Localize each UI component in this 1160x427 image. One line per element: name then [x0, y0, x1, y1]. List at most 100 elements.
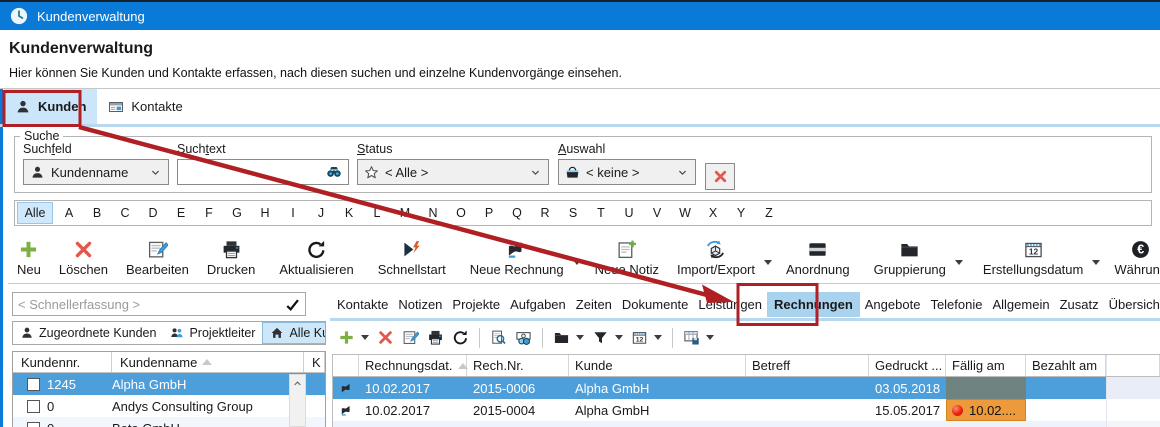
column-header-rechnungsdat[interactable]: Rechnungsdat. [359, 355, 467, 376]
dropdown-caret-icon[interactable] [1092, 260, 1100, 265]
alpha-filter-z[interactable]: Z [755, 203, 783, 223]
vertical-scrollbar[interactable] [289, 374, 306, 427]
alpha-filter-w[interactable]: W [671, 203, 699, 223]
row-checkbox[interactable] [27, 378, 40, 391]
alpha-filter-d[interactable]: D [139, 203, 167, 223]
alpha-filter-x[interactable]: X [699, 203, 727, 223]
detail-tab-zeiten[interactable]: Zeiten [571, 292, 617, 317]
alpha-filter-p[interactable]: P [475, 203, 503, 223]
invoice-row[interactable]: 10.02.20172015-0006Alpha GmbH03.05.2018 [333, 377, 1160, 399]
detail-tab-notizen[interactable]: Notizen [393, 292, 447, 317]
grouping-button[interactable] [553, 329, 570, 346]
detail-tab-rechnungen[interactable]: Rechnungen [767, 292, 860, 317]
column-header-k[interactable]: K [304, 352, 325, 372]
dropdown-caret-icon[interactable] [361, 335, 369, 340]
filter-button[interactable] [592, 329, 609, 346]
status-select[interactable]: < Alle > [357, 159, 549, 185]
alpha-filter-m[interactable]: M [391, 203, 419, 223]
detail-tab-übersicht[interactable]: Übersicht [1104, 292, 1160, 317]
edit-button[interactable]: Bearbeiten [117, 233, 198, 283]
main-tab-kontakte[interactable]: Kontakte [97, 89, 193, 124]
new-button[interactable] [338, 329, 355, 346]
alpha-filter-u[interactable]: U [615, 203, 643, 223]
search-text-input[interactable] [177, 159, 349, 185]
column-header-kunde[interactable]: Kunde [569, 355, 746, 376]
detail-tab-dokumente[interactable]: Dokumente [617, 292, 693, 317]
invoice-row[interactable]: 10.02.20172015-0005Alpha GmbH [333, 421, 1160, 427]
print-button[interactable]: Drucken [198, 233, 264, 283]
alpha-filter-a[interactable]: A [55, 203, 83, 223]
detail-tab-telefonie[interactable]: Telefonie [925, 292, 987, 317]
detail-tab-allgemein[interactable]: Allgemein [987, 292, 1054, 317]
new-invoice-button[interactable]: Neue Rechnung [461, 233, 573, 283]
grid-export-button[interactable] [683, 329, 700, 346]
dropdown-caret-icon[interactable] [654, 335, 662, 340]
detail-tab-angebote[interactable]: Angebote [860, 292, 926, 317]
detail-tab-aufgaben[interactable]: Aufgaben [505, 292, 571, 317]
refresh-button[interactable]: Aktualisieren [270, 233, 362, 283]
alpha-filter-alle[interactable]: Alle [17, 202, 53, 224]
print-button[interactable] [427, 329, 444, 346]
quick-entry-input[interactable] [18, 297, 285, 312]
new-note-button[interactable]: Neue Notiz [586, 233, 668, 283]
alpha-filter-g[interactable]: G [223, 203, 251, 223]
dropdown-caret-icon[interactable] [573, 260, 581, 265]
detail-tab-zusatz[interactable]: Zusatz [1055, 292, 1104, 317]
creation-date-button[interactable]: 12Erstellungsdatum [974, 233, 1092, 283]
detail-tab-kontakte[interactable]: Kontakte [332, 292, 393, 317]
chevron-icon[interactable] [529, 166, 542, 179]
selection-select[interactable]: < keine > [558, 159, 696, 185]
alpha-filter-y[interactable]: Y [727, 203, 755, 223]
delete-button[interactable] [377, 329, 394, 346]
alpha-filter-l[interactable]: L [363, 203, 391, 223]
column-header-rech-nr[interactable]: Rech.Nr. [467, 355, 569, 376]
alpha-filter-i[interactable]: I [279, 203, 307, 223]
import-export-button[interactable]: Import/Export [668, 233, 764, 283]
binoculars-icon[interactable] [326, 164, 342, 180]
dropdown-caret-icon[interactable] [955, 260, 963, 265]
customer-list-tab-alle-ku[interactable]: Alle Ku [262, 322, 326, 344]
chevron-icon[interactable] [149, 166, 162, 179]
quick-entry-field[interactable] [12, 292, 306, 316]
column-header-gedruckt[interactable]: Gedruckt ... [869, 355, 946, 376]
main-tab-kunden[interactable]: Kunden [4, 89, 97, 124]
column-header-betreff[interactable]: Betreff [746, 355, 869, 376]
alpha-filter-c[interactable]: C [111, 203, 139, 223]
column-header-kundenname[interactable]: Kundenname [112, 352, 304, 372]
payments-button[interactable] [515, 329, 532, 346]
alpha-filter-v[interactable]: V [643, 203, 671, 223]
alpha-filter-s[interactable]: S [559, 203, 587, 223]
alpha-filter-k[interactable]: K [335, 203, 363, 223]
customer-row[interactable]: 0Andys Consulting Group [13, 395, 325, 417]
quickstart-button[interactable]: Schnellstart [369, 233, 455, 283]
row-checkbox[interactable] [27, 400, 40, 413]
scroll-up-button[interactable] [290, 375, 305, 391]
alpha-filter-r[interactable]: R [531, 203, 559, 223]
refresh-button[interactable] [452, 329, 469, 346]
chevron-icon[interactable] [676, 166, 689, 179]
alpha-filter-f[interactable]: F [195, 203, 223, 223]
dropdown-caret-icon[interactable] [706, 335, 714, 340]
date-filter-button[interactable]: 12 [631, 329, 648, 346]
column-header-kundennr[interactable]: Kundennr. [13, 352, 112, 372]
detail-tab-projekte[interactable]: Projekte [447, 292, 505, 317]
row-checkbox[interactable] [27, 422, 40, 427]
customer-list-tab-projektleiter[interactable]: Projektleiter [163, 322, 262, 344]
clear-search-button[interactable] [705, 163, 735, 190]
alpha-filter-n[interactable]: N [419, 203, 447, 223]
preview-button[interactable] [490, 329, 507, 346]
alpha-filter-h[interactable]: H [251, 203, 279, 223]
invoice-row[interactable]: 10.02.20172015-0004Alpha GmbH15.05.20171… [333, 399, 1160, 421]
customer-list-tab-zugeordnete-kunden[interactable]: Zugeordnete Kunden [13, 322, 163, 344]
dropdown-caret-icon[interactable] [764, 260, 772, 265]
search-text-input[interactable] [184, 160, 320, 184]
alpha-filter-b[interactable]: B [83, 203, 111, 223]
delete-button[interactable]: Löschen [50, 233, 117, 283]
alpha-filter-o[interactable]: O [447, 203, 475, 223]
alpha-filter-j[interactable]: J [307, 203, 335, 223]
alpha-filter-q[interactable]: Q [503, 203, 531, 223]
dropdown-caret-icon[interactable] [615, 335, 623, 340]
currency-button[interactable]: €Währung [1105, 233, 1160, 283]
customer-row[interactable]: 1245Alpha GmbH [13, 373, 325, 395]
detail-tab-leistungen[interactable]: Leistungen [693, 292, 767, 317]
